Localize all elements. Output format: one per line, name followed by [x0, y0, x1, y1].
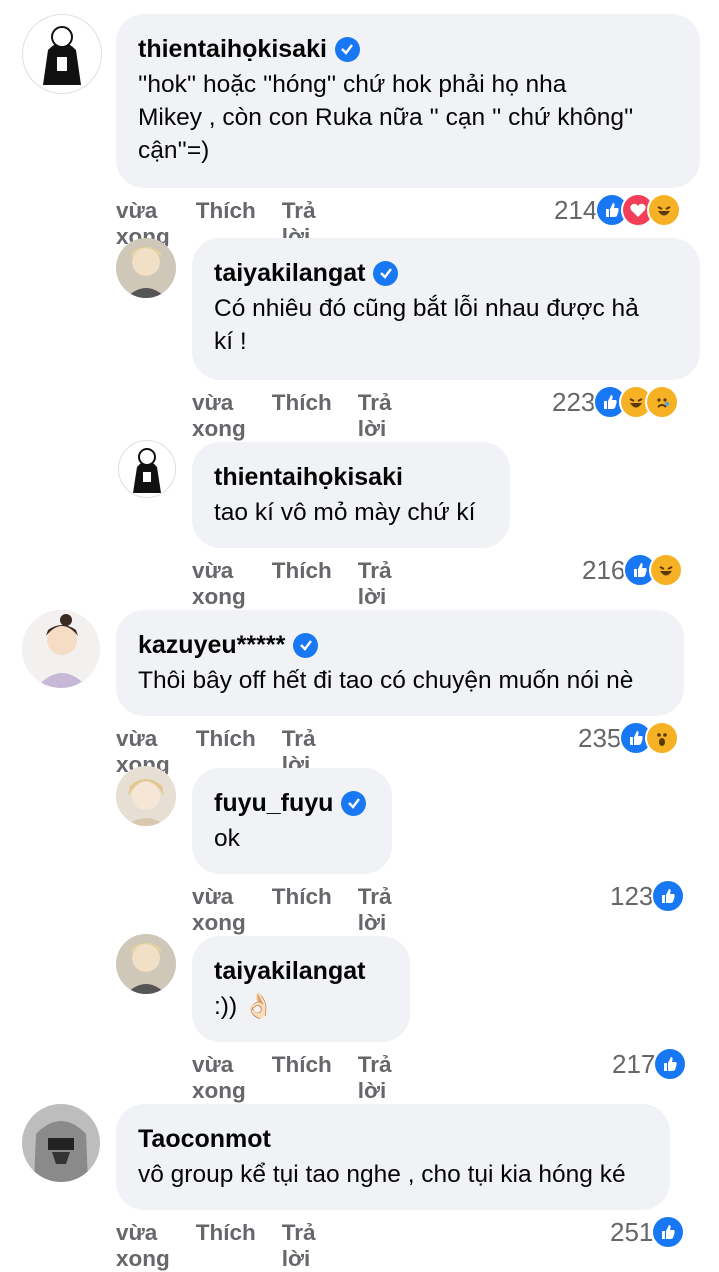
reaction-count: 216 — [582, 554, 626, 585]
comment-author[interactable]: thientaihọkisaki — [214, 462, 488, 492]
comment-text: Có nhiêu đó cũng bắt lỗi nhau được hả kí… — [214, 295, 639, 355]
haha-icon — [647, 193, 682, 227]
verified-badge-icon — [341, 790, 367, 816]
author-name[interactable]: thientaihọkisaki — [214, 462, 403, 492]
avatar[interactable] — [22, 1104, 100, 1182]
like-icon — [651, 879, 686, 913]
comment-author[interactable]: Taoconmot — [138, 1124, 648, 1154]
like-icon — [651, 1215, 686, 1249]
reaction-count: 235 — [578, 722, 622, 753]
comment-bubble: thientaihọkisaki tao kí vô mỏ mày chứ kí — [192, 442, 510, 548]
reaction-summary[interactable]: 251 — [610, 1214, 686, 1250]
avatar[interactable] — [116, 934, 176, 994]
avatar[interactable] — [22, 610, 100, 688]
author-name[interactable]: Taoconmot — [138, 1124, 271, 1154]
comment-actions: vừa xong Thích Trả lời — [192, 1052, 418, 1104]
comment-author[interactable]: thientaihọkisaki — [138, 34, 678, 64]
like-button[interactable]: Thích — [272, 390, 332, 442]
comment-text: tao kí vô mỏ mày chứ kí — [214, 499, 476, 526]
comment-author[interactable]: taiyakilangat — [214, 258, 678, 288]
author-name[interactable]: thientaihọkisaki — [138, 34, 327, 64]
verified-badge-icon — [373, 260, 399, 286]
reaction-summary[interactable]: 216 — [582, 552, 684, 588]
verified-badge-icon — [334, 36, 360, 62]
reply-button[interactable]: Trả lời — [282, 1220, 316, 1272]
reaction-count: 214 — [554, 194, 598, 225]
reply-button[interactable]: Trả lời — [358, 1052, 392, 1104]
reaction-count: 217 — [612, 1048, 656, 1079]
reaction-summary[interactable]: 217 — [612, 1046, 688, 1082]
comment-text: Thôi bây off hết đi tao có chuyện muốn n… — [138, 667, 634, 694]
like-button[interactable]: Thích — [272, 884, 332, 936]
comment-author[interactable]: kazuyeu***** — [138, 630, 662, 660]
comment-actions: vừa xong Thích Trả lời — [192, 558, 418, 610]
author-name[interactable]: kazuyeu***** — [138, 630, 285, 660]
author-name[interactable]: taiyakilangat — [214, 258, 365, 288]
comment-text: vô group kể tụi tao nghe , cho tụi kia h… — [138, 1161, 626, 1188]
comment-bubble: taiyakilangat Có nhiêu đó cũng bắt lỗi n… — [192, 238, 700, 380]
haha-icon — [649, 553, 684, 587]
avatar[interactable] — [22, 14, 102, 94]
reply-button[interactable]: Trả lời — [358, 884, 392, 936]
reaction-summary[interactable]: 123 — [610, 878, 686, 914]
timestamp[interactable]: vừa xong — [192, 390, 246, 442]
comment-text: :)) 👌🏻 — [214, 993, 275, 1020]
reaction-summary[interactable]: 235 — [578, 720, 680, 756]
comment-text: ''hok'' hoặc ''hóng'' chứ hok phải họ nh… — [138, 71, 634, 164]
reaction-count: 251 — [610, 1216, 654, 1247]
like-button[interactable]: Thích — [272, 558, 332, 610]
like-button[interactable]: Thích — [272, 1052, 332, 1104]
timestamp[interactable]: vừa xong — [192, 1052, 246, 1104]
author-name[interactable]: fuyu_fuyu — [214, 788, 333, 818]
comment-bubble: taiyakilangat :)) 👌🏻 — [192, 936, 410, 1042]
comment-actions: vừa xong Thích Trả lời — [116, 1220, 342, 1272]
timestamp[interactable]: vừa xong — [192, 558, 246, 610]
avatar[interactable] — [116, 238, 176, 298]
reaction-count: 223 — [552, 386, 596, 417]
comment-bubble: Taoconmot vô group kể tụi tao nghe , cho… — [116, 1104, 670, 1210]
comment-actions: vừa xong Thích Trả lời — [192, 390, 418, 442]
like-button[interactable]: Thích — [196, 1220, 256, 1272]
reply-button[interactable]: Trả lời — [358, 390, 392, 442]
reaction-count: 123 — [610, 880, 654, 911]
verified-badge-icon — [293, 632, 319, 658]
reaction-summary[interactable]: 214 — [554, 192, 682, 228]
comment-bubble: thientaihọkisaki ''hok'' hoặc ''hóng'' c… — [116, 14, 700, 188]
like-icon — [653, 1047, 688, 1081]
comment-author[interactable]: taiyakilangat — [214, 956, 388, 986]
comment-author[interactable]: fuyu_fuyu — [214, 788, 370, 818]
timestamp[interactable]: vừa xong — [192, 884, 246, 936]
timestamp[interactable]: vừa xong — [116, 1220, 170, 1272]
sad-icon — [645, 385, 680, 419]
comment-bubble: fuyu_fuyu ok — [192, 768, 392, 874]
comment-text: ok — [214, 825, 240, 852]
author-name[interactable]: taiyakilangat — [214, 956, 365, 986]
reply-button[interactable]: Trả lời — [358, 558, 392, 610]
avatar[interactable] — [116, 766, 176, 826]
avatar[interactable] — [118, 440, 176, 498]
reaction-summary[interactable]: 223 — [552, 384, 680, 420]
wow-icon — [645, 721, 680, 755]
comment-actions: vừa xong Thích Trả lời — [192, 884, 418, 936]
comment-bubble: kazuyeu***** Thôi bây off hết đi tao có … — [116, 610, 684, 716]
